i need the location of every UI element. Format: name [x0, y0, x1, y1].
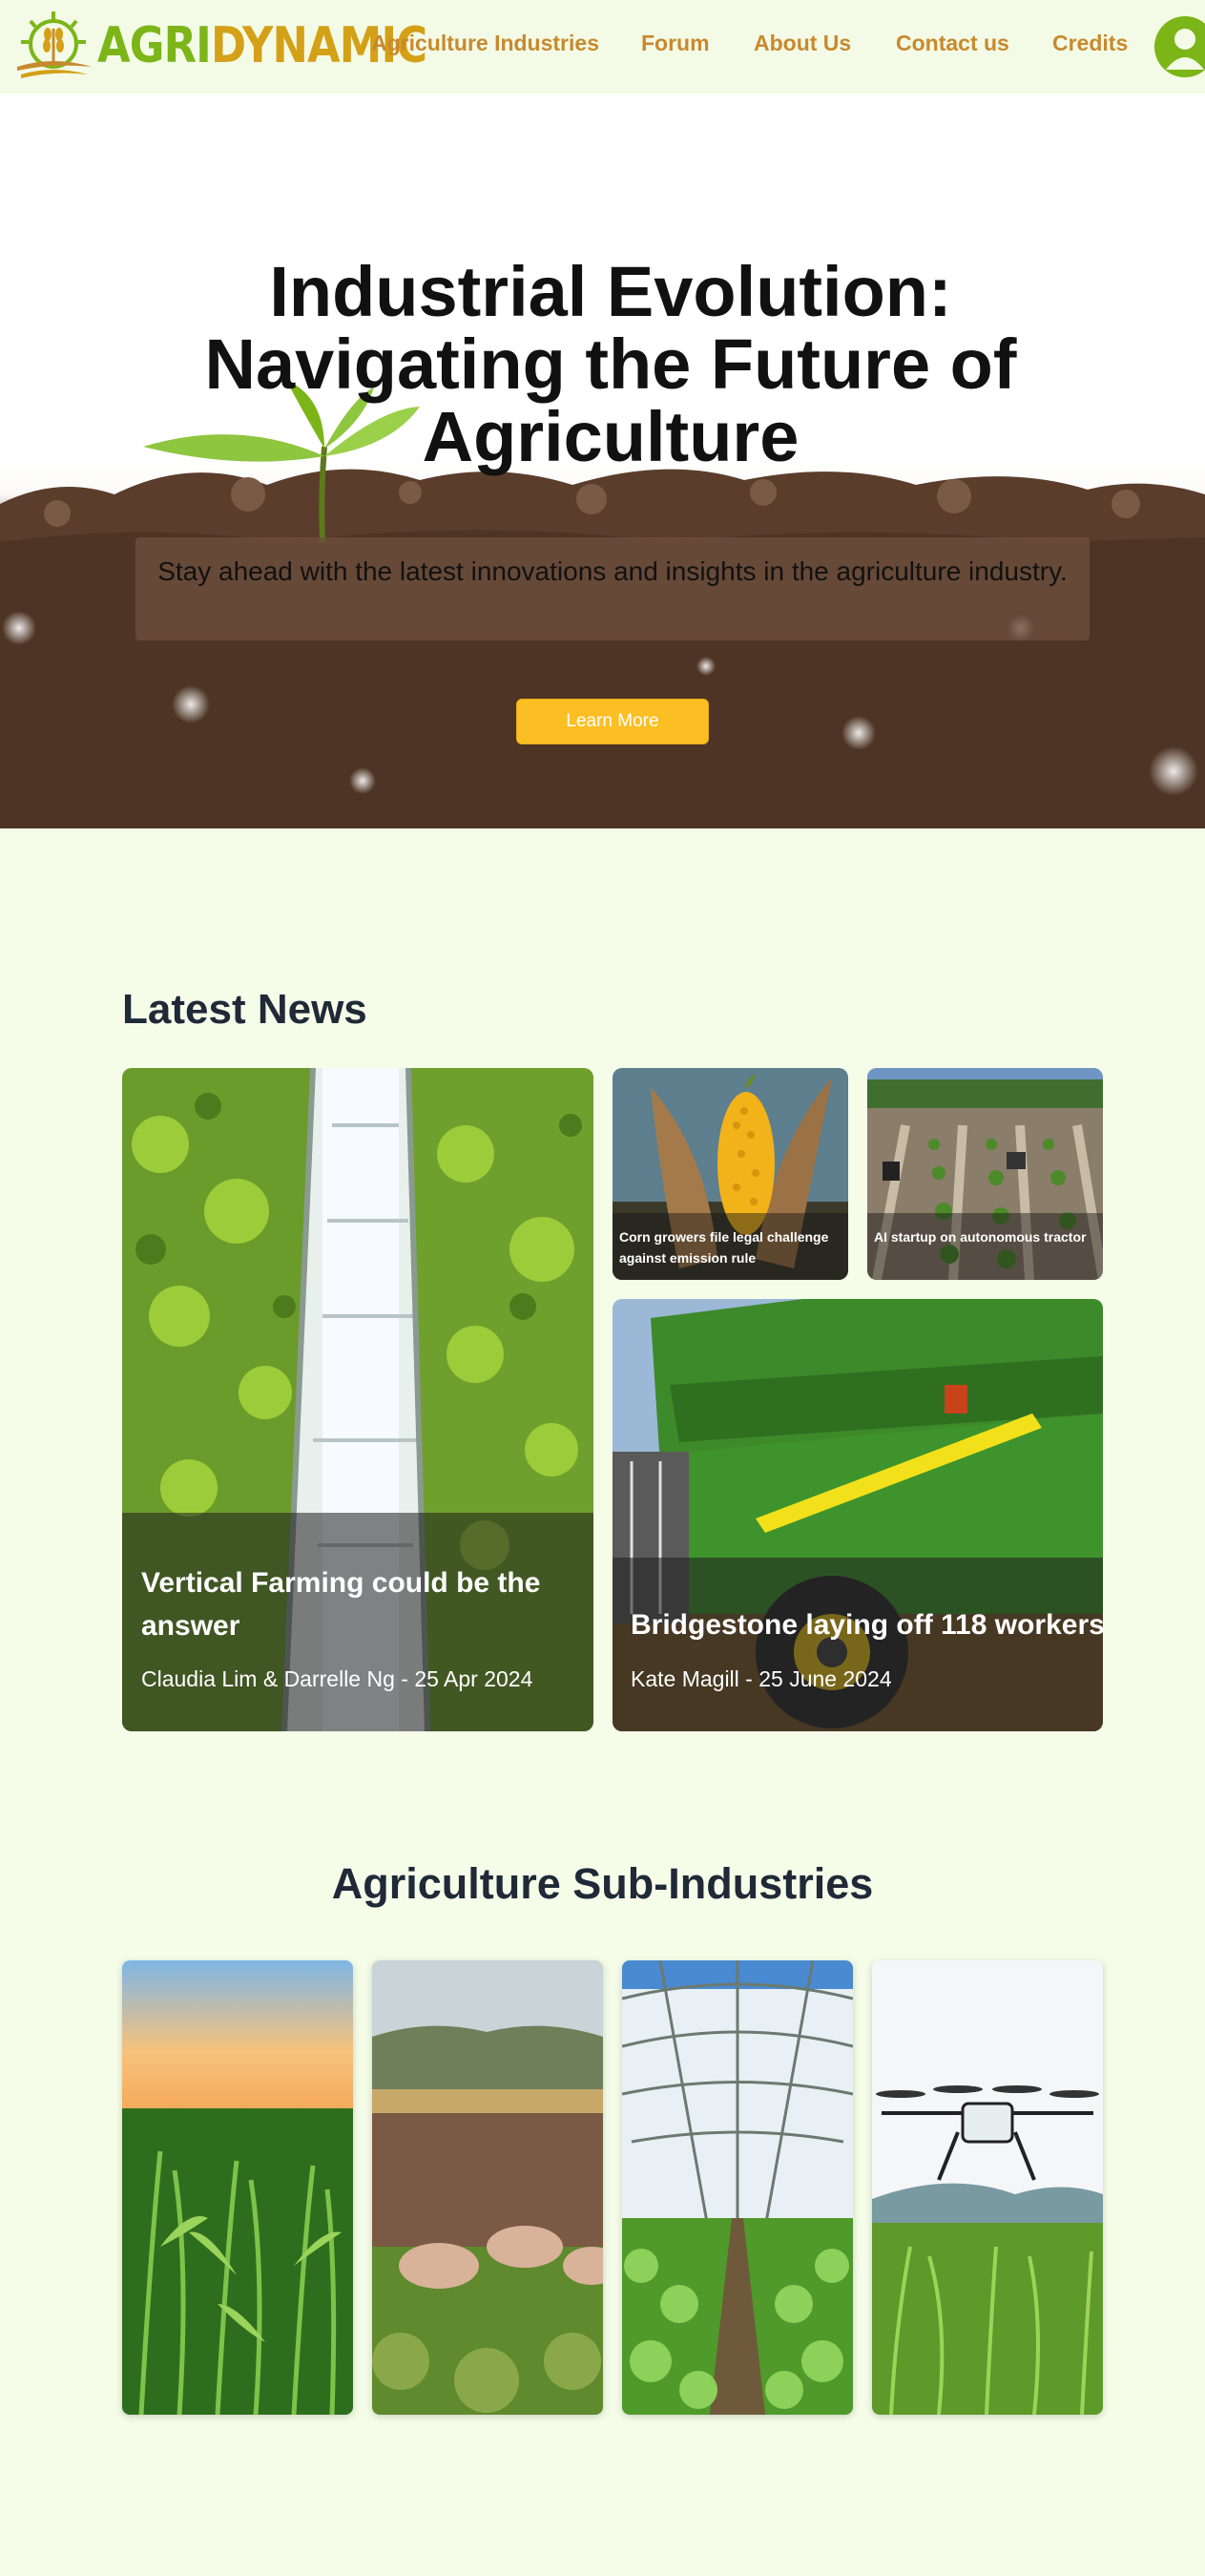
latest-news-heading: Latest News — [122, 986, 367, 1033]
sub-industries-heading: Agriculture Sub-Industries — [331, 1859, 874, 1908]
brand-agri: AGRI — [97, 17, 212, 74]
news-tractor-title: AI startup on autonomous tractor — [874, 1229, 1087, 1245]
sub-industry-card-crops[interactable] — [122, 1960, 353, 2415]
top-navbar: AGRIDYNAMIC Agriculture Industries Forum… — [0, 0, 1205, 94]
news-featured-title: Vertical Farming could be the answer — [141, 1567, 541, 1642]
cornfield-sunset-image — [122, 1960, 353, 2415]
news-card-corn[interactable]: Corn growers file legal challenge agains… — [613, 1068, 848, 1280]
greenhouse-lettuce-image — [622, 1960, 853, 2415]
nav-about-us[interactable]: About Us — [754, 31, 851, 56]
news-wide-meta: Kate Magill - 25 June 2024 — [631, 1666, 892, 1691]
news-corn-title: Corn growers file legal challenge agains… — [619, 1229, 829, 1266]
news-card-featured[interactable]: Vertical Farming could be the answer Cla… — [122, 1068, 593, 1731]
news-card-wide[interactable]: Bridgestone laying off 118 workers Kate … — [613, 1299, 1103, 1731]
nav-credits[interactable]: Credits — [1052, 31, 1128, 56]
wheat-sun-logo-icon — [17, 11, 92, 78]
card-overlay — [613, 1558, 1103, 1731]
hero-banner: Industrial Evolution: Navigating the Fut… — [0, 94, 1205, 828]
drone-cornfield-image — [872, 1960, 1103, 2415]
hero-title: Industrial Evolution: Navigating the Fut… — [204, 252, 1017, 476]
news-card-tractor[interactable]: AI startup on autonomous tractor — [867, 1068, 1103, 1280]
hero-subtitle: Stay ahead with the latest innovations a… — [157, 556, 1068, 586]
sub-industry-card-greenhouse[interactable] — [622, 1960, 853, 2415]
user-avatar-icon[interactable] — [1154, 16, 1205, 77]
sub-industry-card-livestock[interactable] — [372, 1960, 603, 2415]
learn-more-button[interactable]: Learn More — [516, 699, 709, 744]
nav-forum[interactable]: Forum — [641, 31, 710, 56]
user-silhouette-icon — [1166, 29, 1204, 70]
pigs-field-image — [372, 1960, 603, 2415]
sub-industry-card-drones[interactable] — [872, 1960, 1103, 2415]
nav-contact-us[interactable]: Contact us — [896, 31, 1009, 56]
nav-agriculture-industries[interactable]: Agriculture Industries — [371, 31, 599, 56]
news-wide-title: Bridgestone laying off 118 workers — [631, 1609, 1103, 1641]
hero-subtitle-backdrop — [135, 537, 1090, 640]
news-featured-meta: Claudia Lim & Darrelle Ng - 25 Apr 2024 — [141, 1666, 533, 1691]
